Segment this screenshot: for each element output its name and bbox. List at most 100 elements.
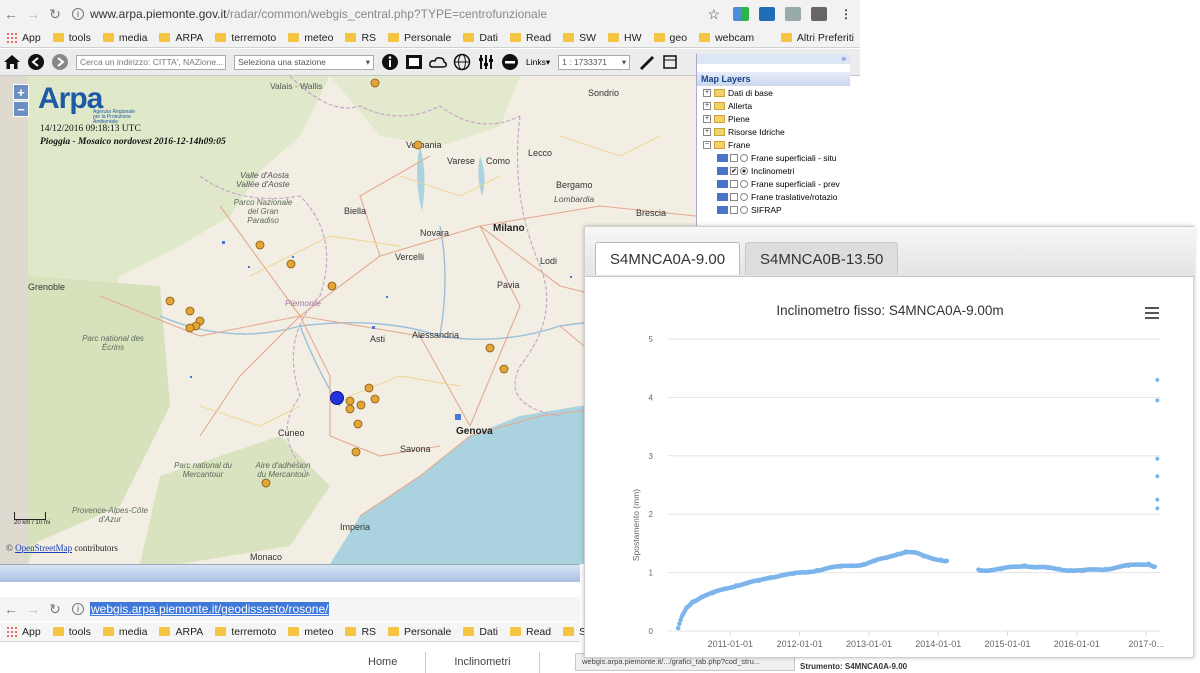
station-marker[interactable] xyxy=(351,447,361,457)
station-marker[interactable] xyxy=(185,306,195,316)
station-marker[interactable] xyxy=(345,396,355,406)
layer-folder-risorse-idriche[interactable]: + Risorse Idriche xyxy=(697,125,850,138)
station-marker[interactable] xyxy=(499,364,509,374)
station-marker[interactable] xyxy=(261,478,271,488)
bookmark-rs[interactable]: RS xyxy=(345,626,376,638)
layer-inclinometri[interactable]: ✔ Inclinometri xyxy=(697,164,850,177)
url-field-2[interactable]: i webgis.arpa.piemonte.it/geodissesto/ro… xyxy=(72,602,580,616)
extension-icon-2[interactable] xyxy=(759,7,775,21)
back-icon[interactable]: ← xyxy=(0,601,22,617)
bookmark-apps[interactable]: App xyxy=(6,626,41,638)
address-search-input[interactable]: Cerca un indirizzo: CITTA', NAZione... xyxy=(76,54,226,70)
selected-station-marker[interactable] xyxy=(330,391,344,405)
expand-icon[interactable]: + xyxy=(703,101,711,110)
layer-sifrap[interactable]: SIFRAP xyxy=(697,203,850,216)
layer-checkbox[interactable] xyxy=(730,205,738,214)
globe-icon[interactable] xyxy=(452,52,472,72)
layer-folder-frane[interactable]: − Frane xyxy=(697,138,850,151)
bookmark-media[interactable]: media xyxy=(102,626,147,638)
bookmark-personale[interactable]: Personale xyxy=(388,32,451,44)
station-marker[interactable] xyxy=(165,296,175,306)
nav-home[interactable]: Home xyxy=(340,652,427,673)
bookmark-geo[interactable]: geo xyxy=(653,32,687,44)
station-marker[interactable] xyxy=(485,343,495,353)
bookmark-tools[interactable]: tools xyxy=(52,32,91,44)
forward-arrow-icon[interactable] xyxy=(50,52,70,72)
bookmark-read[interactable]: Read xyxy=(510,32,551,44)
minus-circle-icon[interactable] xyxy=(500,52,520,72)
bookmark-personale[interactable]: Personale xyxy=(388,626,451,638)
bookmark-meteo[interactable]: meteo xyxy=(288,32,333,44)
bookmark-dati[interactable]: Dati xyxy=(463,626,498,638)
expand-icon[interactable]: + xyxy=(703,114,711,123)
print-icon[interactable] xyxy=(660,52,680,72)
ruler-icon[interactable] xyxy=(636,52,656,72)
station-marker[interactable] xyxy=(345,404,355,414)
layer-frane-superficiali-situ[interactable]: Frane superficiali - situ xyxy=(697,151,850,164)
star-icon[interactable]: ☆ xyxy=(707,6,720,23)
collapse-icon[interactable]: − xyxy=(703,140,711,149)
station-marker[interactable] xyxy=(286,259,296,269)
url-field[interactable]: i www.arpa.piemonte.gov.it/radar/common/… xyxy=(72,7,699,21)
back-icon[interactable]: ← xyxy=(0,6,22,22)
info-icon[interactable]: i xyxy=(72,603,84,615)
links-menu[interactable]: Links▾ xyxy=(526,57,550,68)
bookmark-arpa[interactable]: ARPA xyxy=(159,626,203,638)
back-arrow-icon[interactable] xyxy=(26,52,46,72)
layer-radio-selected[interactable] xyxy=(740,166,748,175)
station-marker[interactable] xyxy=(185,323,195,333)
station-marker[interactable] xyxy=(327,281,337,291)
bookmark-meteo[interactable]: meteo xyxy=(288,626,333,638)
layer-checkbox-checked[interactable]: ✔ xyxy=(730,166,738,175)
menu-dots-icon[interactable]: ⋮ xyxy=(840,7,852,21)
bookmark-arpa[interactable]: ARPA xyxy=(159,32,203,44)
layer-radio[interactable] xyxy=(740,205,748,214)
layer-folder-dati-base[interactable]: + Dati di base xyxy=(697,86,850,99)
bookmark-webcam[interactable]: webcam xyxy=(699,32,754,44)
extension-icon-4[interactable] xyxy=(811,7,827,21)
info-icon[interactable]: i xyxy=(72,8,84,20)
bookmark-read[interactable]: Read xyxy=(510,626,551,638)
station-marker[interactable] xyxy=(413,140,423,150)
forward-icon[interactable]: → xyxy=(22,601,44,617)
station-marker[interactable] xyxy=(364,383,374,393)
station-marker[interactable] xyxy=(370,394,380,404)
station-marker[interactable] xyxy=(370,78,380,88)
layer-folder-piene[interactable]: + Piene xyxy=(697,112,850,125)
layer-frane-superficiali-prev[interactable]: Frane superficiali - prev xyxy=(697,177,850,190)
bookmark-dati[interactable]: Dati xyxy=(463,32,498,44)
expand-icon[interactable]: + xyxy=(703,88,711,97)
bookmark-hw[interactable]: HW xyxy=(608,32,642,44)
layer-checkbox[interactable] xyxy=(730,192,738,201)
layer-radio[interactable] xyxy=(740,192,748,201)
reload-icon[interactable]: ↻ xyxy=(44,601,66,618)
sliders-icon[interactable] xyxy=(476,52,496,72)
reload-icon[interactable]: ↻ xyxy=(44,6,66,23)
scale-select[interactable]: 1 : 1733371 ▾ xyxy=(558,54,631,70)
bookmark-sw[interactable]: SW xyxy=(563,32,596,44)
extension-icon-1[interactable] xyxy=(733,7,749,21)
openstreetmap-link[interactable]: OpenStreetMap xyxy=(15,543,72,553)
layer-checkbox[interactable] xyxy=(730,153,738,162)
collapse-panel-button[interactable]: » xyxy=(697,54,850,64)
layer-frane-traslative[interactable]: Frane traslative/rotazio xyxy=(697,190,850,203)
station-select[interactable]: Seleziona una stazione ▾ xyxy=(234,54,374,70)
cloud-icon[interactable] xyxy=(428,52,448,72)
station-marker[interactable] xyxy=(356,400,366,410)
layer-folder-allerta[interactable]: + Allerta xyxy=(697,99,850,112)
bookmark-terremoto[interactable]: terremoto xyxy=(215,626,276,638)
expand-icon[interactable]: + xyxy=(703,127,711,136)
film-icon[interactable] xyxy=(404,52,424,72)
bookmark-apps[interactable]: App xyxy=(6,32,41,44)
station-marker[interactable] xyxy=(255,240,265,250)
extension-icon-3[interactable] xyxy=(785,7,801,21)
station-marker[interactable] xyxy=(353,419,363,429)
info-tool-icon[interactable] xyxy=(380,52,400,72)
bookmark-terremoto[interactable]: terremoto xyxy=(215,32,276,44)
forward-icon[interactable]: → xyxy=(22,6,44,22)
bookmark-media[interactable]: media xyxy=(102,32,147,44)
layer-radio[interactable] xyxy=(740,179,748,188)
bookmark-tools[interactable]: tools xyxy=(52,626,91,638)
layer-radio[interactable] xyxy=(740,153,748,162)
home-icon[interactable] xyxy=(2,52,22,72)
